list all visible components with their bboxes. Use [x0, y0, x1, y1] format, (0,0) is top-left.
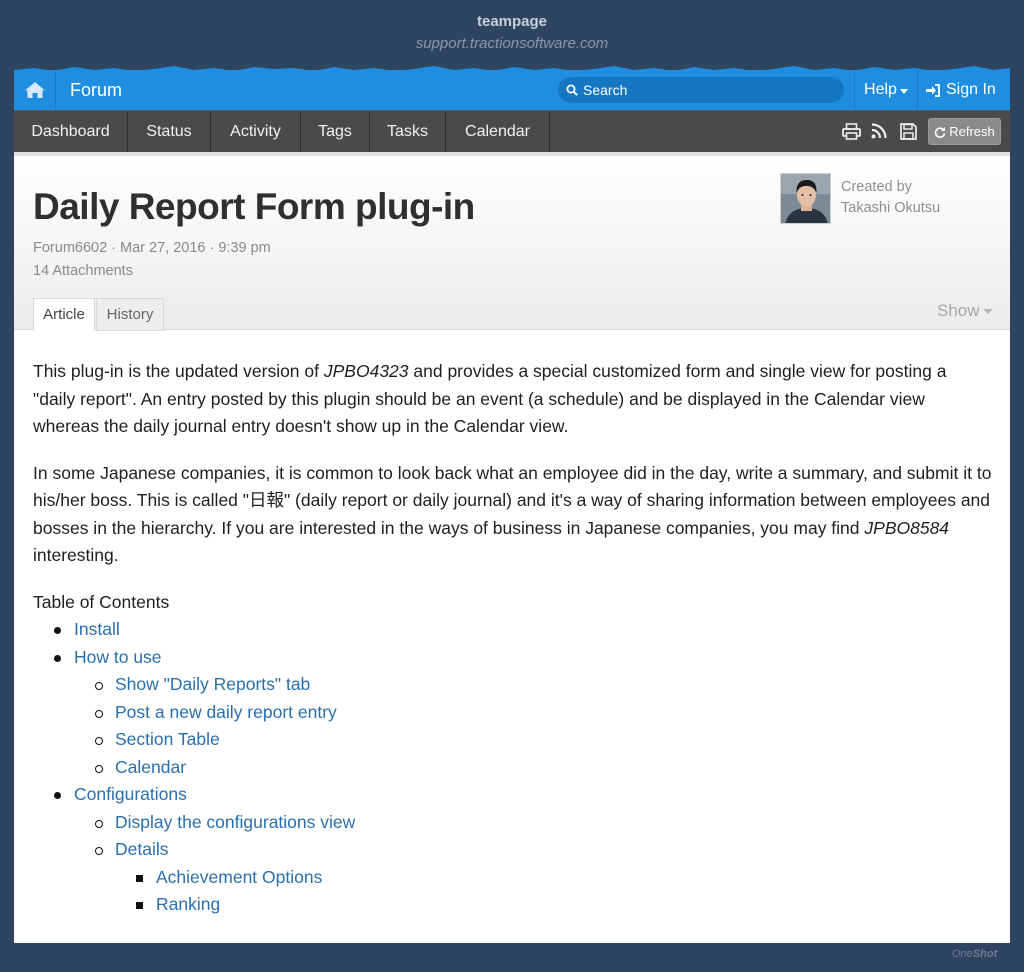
avatar-photo	[781, 174, 830, 223]
toc-item: Post a new daily report entry	[74, 699, 993, 727]
refresh-icon	[935, 126, 946, 138]
page-title: Daily Report Form plug-in	[33, 186, 475, 227]
author-name[interactable]: Takashi Okutsu	[841, 198, 940, 219]
print-icon[interactable]	[842, 123, 861, 140]
home-button[interactable]	[14, 70, 56, 110]
chevron-down-icon	[899, 88, 908, 94]
bullet-circle	[95, 709, 103, 718]
attachments-link[interactable]: 14 Attachments	[33, 263, 133, 279]
space-link-forum[interactable]: Forum	[70, 80, 122, 101]
nav-status[interactable]: Status	[128, 111, 211, 152]
watermark-shot: Shot	[972, 948, 998, 960]
toc-item: Section Table	[74, 726, 993, 754]
nav-activity[interactable]: Activity	[211, 111, 301, 152]
search-icon	[566, 84, 578, 96]
bullet-disc	[54, 654, 61, 662]
text: In some Japanese companies, it is common…	[33, 462, 992, 538]
toc-link-section-table[interactable]: Section Table	[115, 729, 220, 749]
toc-title: Table of Contents	[33, 591, 170, 612]
oneshot-watermark: OneShot	[952, 948, 997, 960]
toc-item: Achievement Options	[115, 864, 993, 892]
toc-link-show-daily-reports[interactable]: Show "Daily Reports" tab	[115, 674, 310, 694]
sign-in-button[interactable]: Sign In	[926, 70, 996, 110]
app-window: Forum Search Help Sign In Dashboard Stat…	[14, 70, 1010, 943]
refresh-button[interactable]: Refresh	[928, 118, 1001, 145]
toc-link-install[interactable]: Install	[74, 619, 120, 639]
nav-tags[interactable]: Tags	[301, 111, 370, 152]
article-meta: Forum6602 · Mar 27, 2016 · 9:39 pm	[33, 240, 271, 256]
main-nav: Dashboard Status Activity Tags Tasks Cal…	[14, 110, 1010, 152]
home-icon	[24, 82, 45, 98]
toc-link-configurations[interactable]: Configurations	[74, 784, 187, 804]
jpbo4323-reference: JPBO4323	[323, 361, 409, 381]
jpbo8584-reference: JPBO8584	[864, 517, 950, 538]
sign-in-label: Sign In	[946, 81, 996, 98]
bullet-circle	[95, 737, 103, 745]
created-by: Created by Takashi Okutsu	[841, 177, 940, 219]
toc-sublist: Achievement Options Ranking	[115, 864, 993, 919]
rss-icon[interactable]	[871, 123, 887, 139]
table-of-contents: Install How to use Show "Daily Reports" …	[33, 616, 993, 919]
paragraph-background: In some Japanese companies, it is common…	[33, 460, 993, 570]
show-label: Show	[937, 301, 980, 320]
toc-link-calendar[interactable]: Calendar	[115, 757, 186, 777]
help-menu-button[interactable]: Help	[854, 70, 918, 110]
sign-in-icon	[926, 83, 940, 97]
save-icon[interactable]	[900, 123, 917, 140]
watermark-one: One	[952, 948, 973, 960]
toc-item: How to use Show "Daily Reports" tab Post…	[33, 644, 993, 782]
torn-edge-bottom	[14, 932, 1010, 943]
nav-tasks[interactable]: Tasks	[370, 111, 446, 152]
site-name: teampage	[476, 13, 548, 30]
tab-history[interactable]: History	[96, 298, 164, 331]
bullet-circle	[95, 764, 103, 773]
bullet-square	[136, 874, 143, 882]
bullet-circle	[95, 847, 103, 855]
article-header: Daily Report Form plug-in Forum6602 · Ma…	[14, 156, 1010, 331]
paragraph-intro: This plug-in is the updated version of J…	[33, 358, 993, 441]
toc-link-details[interactable]: Details	[115, 839, 169, 859]
search-input[interactable]: Search	[558, 77, 844, 103]
toc-link-achievement-options[interactable]: Achievement Options	[156, 867, 322, 887]
toc-link-how-to-use[interactable]: How to use	[74, 647, 162, 667]
chevron-down-icon	[982, 308, 993, 314]
top-bar: Forum Search Help Sign In	[14, 70, 1010, 110]
toc-link-post-entry[interactable]: Post a new daily report entry	[115, 702, 337, 722]
bullet-disc	[54, 627, 61, 634]
toc-link-ranking[interactable]: Ranking	[156, 894, 220, 914]
nav-dashboard[interactable]: Dashboard	[14, 111, 128, 152]
text: This plug-in is the updated version of	[33, 361, 324, 381]
toc-item: Display the configurations view	[74, 809, 993, 837]
bullet-square	[136, 902, 143, 909]
toc-item: Install	[33, 616, 993, 644]
toc-sublist: Display the configurations view Details …	[74, 809, 993, 919]
bullet-disc	[54, 792, 61, 799]
bullet-circle	[95, 819, 103, 828]
search-placeholder: Search	[583, 82, 628, 98]
refresh-label: Refresh	[949, 124, 995, 139]
toc-sublist: Show "Daily Reports" tab Post a new dail…	[74, 671, 993, 781]
text: interesting.	[33, 545, 119, 565]
bullet-circle	[95, 682, 103, 690]
toc-item: Show "Daily Reports" tab	[74, 671, 993, 699]
show-menu-button[interactable]: Show	[937, 301, 993, 321]
site-url: support.tractionsoftware.com	[415, 35, 609, 52]
help-label: Help	[864, 81, 897, 98]
toc-item: Configurations Display the configuration…	[33, 781, 993, 919]
toc-item: Details Achievement Options Ranking	[74, 836, 993, 919]
author-avatar[interactable]	[780, 173, 831, 224]
toc-link-display-config[interactable]: Display the configurations view	[115, 812, 355, 832]
created-by-label: Created by	[841, 179, 912, 195]
toc-item: Calendar	[74, 754, 993, 782]
site-header: teampage support.tractionsoftware.com	[0, 0, 1024, 70]
toc-item: Ranking	[115, 891, 993, 919]
article-body: This plug-in is the updated version of J…	[33, 358, 993, 919]
nav-calendar[interactable]: Calendar	[446, 111, 550, 152]
tab-article[interactable]: Article	[33, 298, 95, 331]
